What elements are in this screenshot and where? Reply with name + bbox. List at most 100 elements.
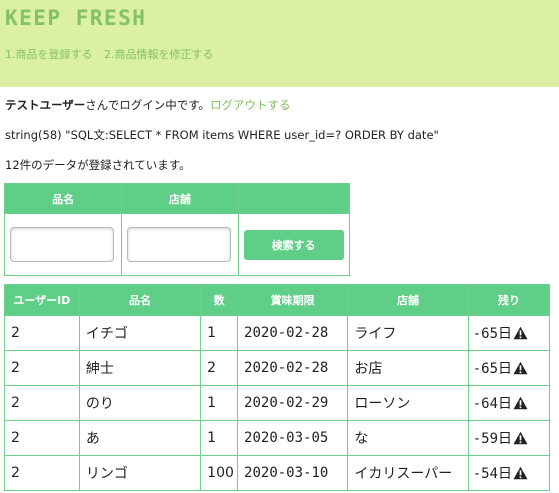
cell-user-id: 2 bbox=[4, 420, 80, 456]
cell-user-id: 2 bbox=[4, 350, 80, 386]
cell-store-text: イカリスーパー bbox=[354, 466, 453, 482]
cell-remain: -54日 bbox=[467, 455, 551, 491]
cell-remain-text: -65日 bbox=[472, 360, 513, 377]
search-store-input[interactable] bbox=[127, 227, 232, 262]
cell-date-text: 2020-03-10 bbox=[244, 465, 329, 481]
search-name-header: 品名 bbox=[3, 183, 123, 214]
cell-qty-text: 100 bbox=[207, 465, 234, 481]
search-action-header bbox=[237, 183, 351, 214]
cell-qty-text: 1 bbox=[207, 430, 217, 446]
cell-date: 2020-02-28 bbox=[237, 315, 349, 351]
cell-store: ライフ bbox=[347, 315, 469, 351]
site-header: KEEP FRESH 1.商品を登録する 2.商品情報を修正する bbox=[0, 0, 559, 87]
site-logo[interactable]: KEEP FRESH bbox=[5, 6, 146, 30]
cell-name-text: あ bbox=[85, 431, 100, 447]
cell-remain: -65日 bbox=[467, 315, 551, 351]
cell-store: イカリスーパー bbox=[347, 455, 469, 491]
cell-remain: -65日 bbox=[467, 350, 551, 386]
user-name: テストユーザー bbox=[5, 98, 86, 112]
search-button[interactable]: 検索する bbox=[243, 229, 344, 260]
cell-date: 2020-03-05 bbox=[237, 420, 349, 456]
cell-remain-text: -65日 bbox=[472, 325, 513, 342]
cell-name-text: 紳士 bbox=[85, 361, 114, 377]
cell-user-id: 2 bbox=[4, 455, 80, 491]
items-body: 2 イチゴ 1 2020-02-28 ライフ -65日 2 紳士 2 2020-02-28 お店 -6… bbox=[4, 315, 551, 491]
cell-qty: 1 bbox=[200, 420, 239, 456]
login-status-text: さんでログイン中です。 bbox=[85, 98, 211, 112]
col-user-id: ユーザーID bbox=[4, 284, 80, 316]
cell-date: 2020-03-10 bbox=[237, 455, 349, 491]
cell-store-text: ローソン bbox=[354, 396, 411, 412]
cell-name-text: リンゴ bbox=[85, 466, 128, 482]
cell-date-text: 2020-02-29 bbox=[244, 395, 329, 411]
col-date: 賞味期限 bbox=[237, 284, 349, 316]
cell-user-id-text: 2 bbox=[11, 325, 20, 341]
cell-remain: -64日 bbox=[467, 385, 551, 421]
search-name-input[interactable] bbox=[10, 227, 114, 262]
search-name-cell bbox=[3, 213, 123, 276]
cell-date: 2020-02-28 bbox=[237, 350, 349, 386]
search-store-header: 店舗 bbox=[121, 183, 239, 214]
items-header-row: ユーザーID 品名 数 賞味期限 店舗 残り bbox=[4, 284, 551, 316]
cell-date: 2020-02-29 bbox=[237, 385, 349, 421]
search-form: 品名 店舗 検索する bbox=[3, 183, 351, 276]
col-remain: 残り bbox=[467, 284, 551, 316]
cell-name-text: のり bbox=[85, 396, 114, 412]
cell-qty: 100 bbox=[200, 455, 239, 491]
warning-icon bbox=[513, 326, 528, 344]
cell-date-text: 2020-03-05 bbox=[244, 430, 329, 446]
debug-sql-output: string(58) "SQL文:SELECT * FROM items WHE… bbox=[5, 128, 439, 142]
cell-user-id-text: 2 bbox=[11, 360, 20, 376]
table-row: 2 リンゴ 100 2020-03-10 イカリスーパー -54日 bbox=[4, 455, 551, 491]
cell-user-id: 2 bbox=[4, 385, 80, 421]
search-button-cell: 検索する bbox=[237, 213, 351, 276]
nav-register-link[interactable]: 1.商品を登録する bbox=[5, 48, 93, 61]
logout-link[interactable]: ログアウトする bbox=[210, 98, 291, 112]
cell-remain: -59日 bbox=[467, 420, 551, 456]
login-status: テストユーザーさんでログイン中です。ログアウトする bbox=[5, 97, 291, 113]
cell-name: のり bbox=[78, 385, 202, 421]
table-row: 2 あ 1 2020-03-05 な -59日 bbox=[4, 420, 551, 456]
col-store: 店舗 bbox=[347, 284, 469, 316]
cell-name: あ bbox=[78, 420, 202, 456]
cell-name-text: イチゴ bbox=[85, 326, 128, 342]
cell-store-text: ライフ bbox=[354, 326, 397, 342]
cell-user-id-text: 2 bbox=[11, 395, 20, 411]
nav-edit-link[interactable]: 2.商品情報を修正する bbox=[104, 48, 214, 61]
cell-remain-text: -59日 bbox=[472, 430, 513, 447]
cell-name: リンゴ bbox=[78, 455, 202, 491]
cell-store-text: お店 bbox=[354, 361, 383, 377]
cell-store: ローソン bbox=[347, 385, 469, 421]
warning-icon bbox=[513, 361, 528, 379]
cell-qty-text: 1 bbox=[207, 395, 217, 411]
warning-icon bbox=[513, 396, 528, 414]
col-name: 品名 bbox=[78, 284, 202, 316]
cell-qty: 1 bbox=[200, 385, 239, 421]
warning-icon bbox=[513, 431, 528, 449]
cell-store-text: な bbox=[354, 431, 369, 447]
search-store-cell bbox=[121, 213, 239, 276]
cell-user-id-text: 2 bbox=[11, 430, 20, 446]
cell-date-text: 2020-02-28 bbox=[244, 325, 329, 341]
cell-name: イチゴ bbox=[78, 315, 202, 351]
table-row: 2 イチゴ 1 2020-02-28 ライフ -65日 bbox=[4, 315, 551, 351]
cell-user-id-text: 2 bbox=[11, 465, 20, 481]
cell-name: 紳士 bbox=[78, 350, 202, 386]
cell-qty-text: 1 bbox=[207, 325, 217, 341]
cell-qty-text: 2 bbox=[207, 360, 217, 376]
cell-remain-text: -54日 bbox=[472, 465, 513, 482]
warning-icon bbox=[513, 466, 528, 484]
items-table: ユーザーID 品名 数 賞味期限 店舗 残り 2 イチゴ 1 2020-02-28 ライ… bbox=[4, 284, 551, 491]
col-qty: 数 bbox=[200, 284, 239, 316]
cell-remain-text: -64日 bbox=[472, 395, 513, 412]
cell-date-text: 2020-02-28 bbox=[244, 360, 329, 376]
table-row: 2 紳士 2 2020-02-28 お店 -65日 bbox=[4, 350, 551, 386]
cell-qty: 2 bbox=[200, 350, 239, 386]
cell-user-id: 2 bbox=[4, 315, 80, 351]
main-nav: 1.商品を登録する 2.商品情報を修正する bbox=[5, 46, 214, 62]
record-count: 12件のデータが登録されています。 bbox=[5, 158, 191, 172]
cell-store: な bbox=[347, 420, 469, 456]
cell-qty: 1 bbox=[200, 315, 239, 351]
table-row: 2 のり 1 2020-02-29 ローソン -64日 bbox=[4, 385, 551, 421]
cell-store: お店 bbox=[347, 350, 469, 386]
